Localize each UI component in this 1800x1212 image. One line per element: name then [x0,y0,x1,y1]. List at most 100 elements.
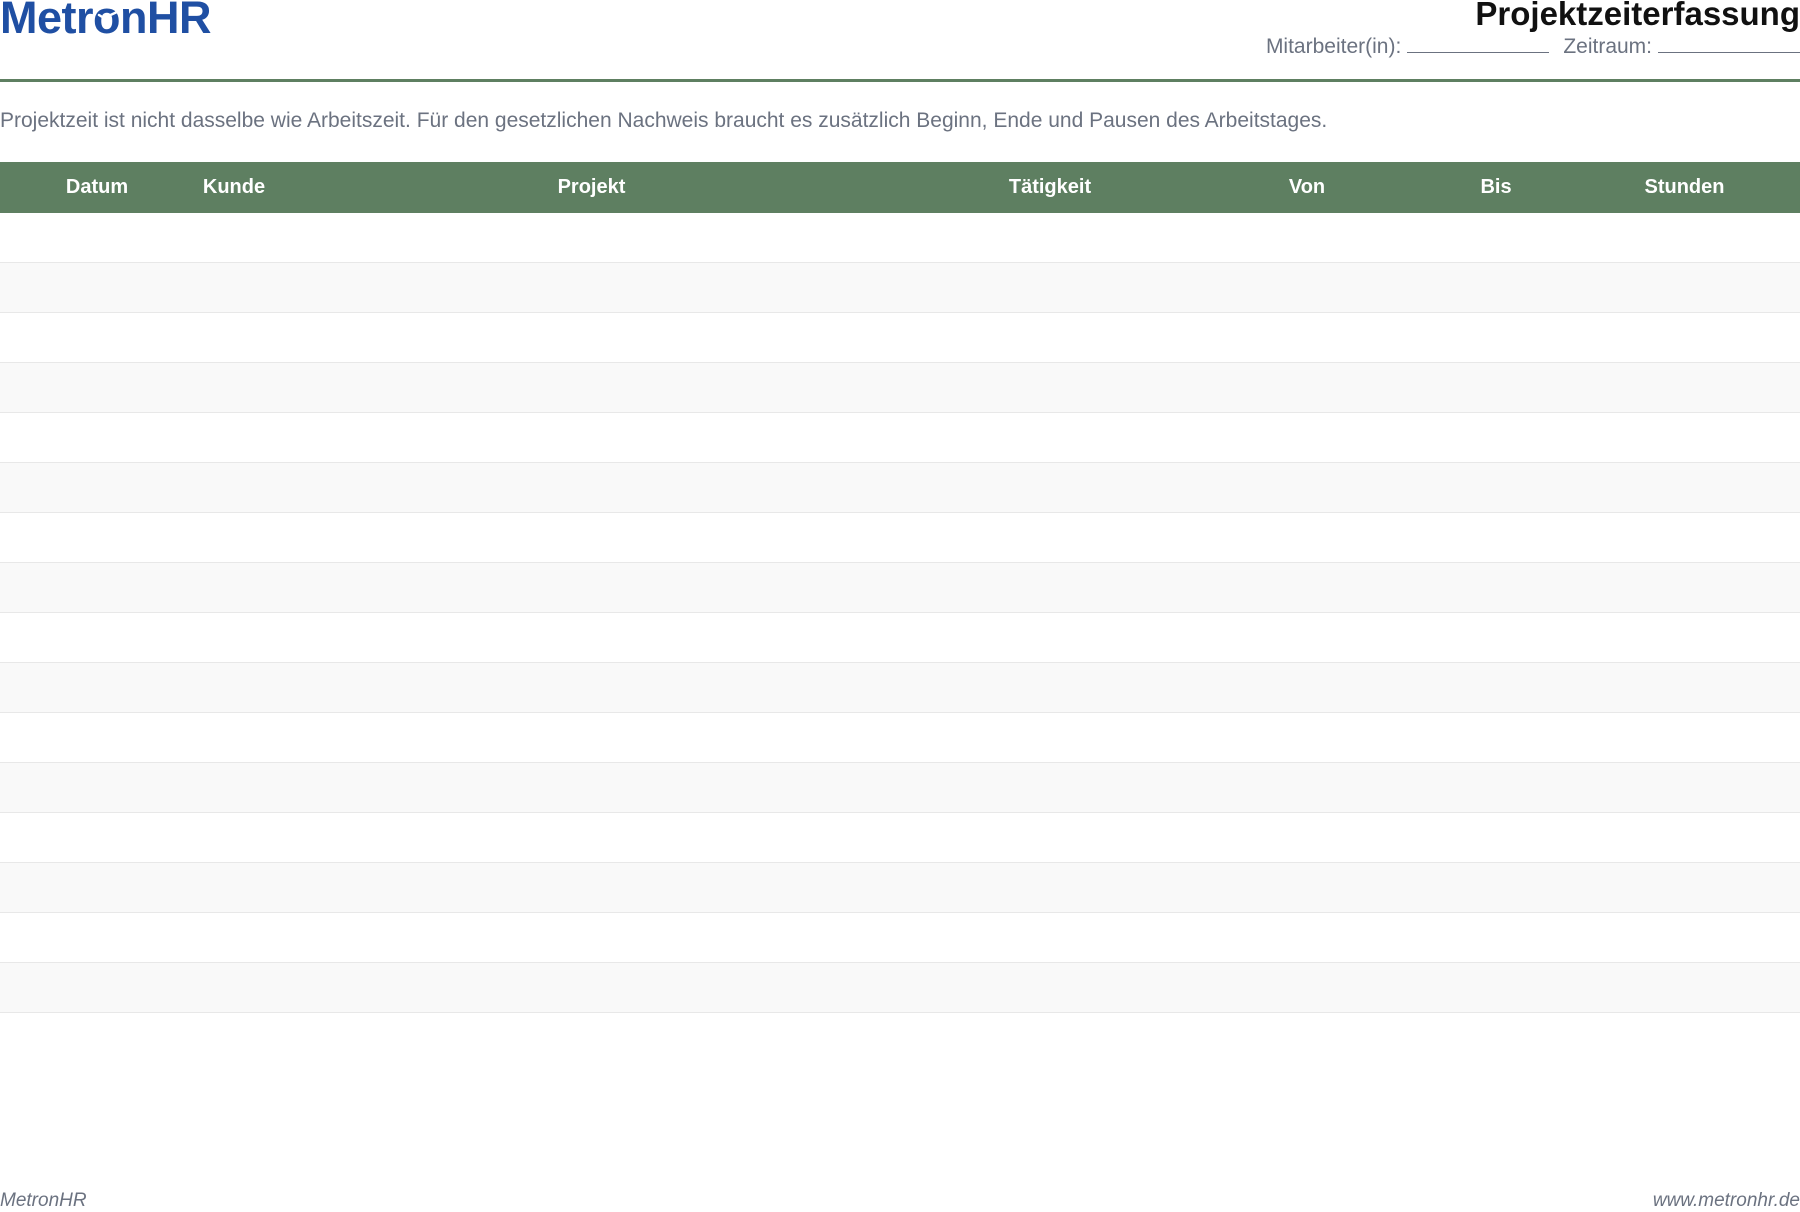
table-cell[interactable] [1569,662,1800,713]
table-cell[interactable] [274,412,909,463]
table-cell[interactable] [0,512,194,563]
table-cell[interactable] [1569,912,1800,963]
table-cell[interactable] [1423,312,1569,363]
table-cell[interactable] [1423,462,1569,513]
table-cell[interactable] [909,412,1191,463]
table-cell[interactable] [0,862,194,913]
table-cell[interactable] [1423,862,1569,913]
table-cell[interactable] [194,812,274,863]
table-cell[interactable] [194,312,274,363]
table-cell[interactable] [1569,412,1800,463]
table-cell[interactable] [0,312,194,363]
table-cell[interactable] [909,312,1191,363]
table-cell[interactable] [1191,512,1423,563]
table-cell[interactable] [1569,462,1800,513]
table-cell[interactable] [909,812,1191,863]
table-cell[interactable] [194,712,274,763]
table-cell[interactable] [274,812,909,863]
table-cell[interactable] [1191,912,1423,963]
table-cell[interactable] [1569,612,1800,663]
table-cell[interactable] [909,712,1191,763]
table-cell[interactable] [909,962,1191,1013]
table-cell[interactable] [1423,712,1569,763]
table-cell[interactable] [0,612,194,663]
table-cell[interactable] [0,562,194,613]
table-cell[interactable] [1569,262,1800,313]
table-cell[interactable] [274,312,909,363]
table-cell[interactable] [194,512,274,563]
table-cell[interactable] [1569,712,1800,763]
table-cell[interactable] [1423,612,1569,663]
table-cell[interactable] [909,262,1191,313]
table-cell[interactable] [274,262,909,313]
table-cell[interactable] [0,762,194,813]
table-cell[interactable] [274,512,909,563]
table-cell[interactable] [1191,462,1423,513]
table-cell[interactable] [1423,512,1569,563]
table-cell[interactable] [194,662,274,713]
table-cell[interactable] [1191,312,1423,363]
table-cell[interactable] [274,962,909,1013]
table-cell[interactable] [1569,862,1800,913]
table-cell[interactable] [274,362,909,413]
table-cell[interactable] [1569,512,1800,563]
table-cell[interactable] [1423,213,1569,263]
table-cell[interactable] [0,662,194,713]
table-cell[interactable] [0,462,194,513]
table-cell[interactable] [909,762,1191,813]
table-cell[interactable] [1191,812,1423,863]
table-cell[interactable] [194,912,274,963]
table-cell[interactable] [1191,362,1423,413]
table-cell[interactable] [1423,562,1569,613]
table-cell[interactable] [194,962,274,1013]
table-cell[interactable] [0,812,194,863]
table-cell[interactable] [1191,213,1423,263]
table-cell[interactable] [0,213,194,263]
table-cell[interactable] [0,962,194,1013]
table-cell[interactable] [1569,312,1800,363]
table-cell[interactable] [909,213,1191,263]
table-cell[interactable] [0,712,194,763]
table-cell[interactable] [1191,862,1423,913]
table-cell[interactable] [1569,213,1800,263]
table-cell[interactable] [909,912,1191,963]
table-cell[interactable] [1191,712,1423,763]
table-cell[interactable] [909,662,1191,713]
table-cell[interactable] [1423,962,1569,1013]
table-cell[interactable] [274,762,909,813]
table-cell[interactable] [194,612,274,663]
table-cell[interactable] [1423,262,1569,313]
table-cell[interactable] [909,862,1191,913]
table-cell[interactable] [909,612,1191,663]
table-cell[interactable] [194,362,274,413]
table-cell[interactable] [194,462,274,513]
table-cell[interactable] [909,362,1191,413]
table-cell[interactable] [194,862,274,913]
table-cell[interactable] [1569,362,1800,413]
table-cell[interactable] [194,762,274,813]
table-cell[interactable] [0,262,194,313]
table-cell[interactable] [0,362,194,413]
table-cell[interactable] [1423,912,1569,963]
table-cell[interactable] [1423,812,1569,863]
table-cell[interactable] [274,912,909,963]
table-cell[interactable] [1569,812,1800,863]
table-cell[interactable] [1191,562,1423,613]
table-cell[interactable] [909,512,1191,563]
employee-field[interactable] [1407,34,1550,53]
table-cell[interactable] [909,562,1191,613]
table-cell[interactable] [1191,762,1423,813]
table-cell[interactable] [274,862,909,913]
table-cell[interactable] [0,412,194,463]
table-cell[interactable] [194,262,274,313]
table-cell[interactable] [194,213,274,263]
table-cell[interactable] [274,612,909,663]
table-cell[interactable] [1191,612,1423,663]
table-cell[interactable] [194,562,274,613]
table-cell[interactable] [1569,562,1800,613]
table-cell[interactable] [0,912,194,963]
table-cell[interactable] [1423,662,1569,713]
table-cell[interactable] [1191,962,1423,1013]
table-cell[interactable] [274,462,909,513]
table-cell[interactable] [274,712,909,763]
